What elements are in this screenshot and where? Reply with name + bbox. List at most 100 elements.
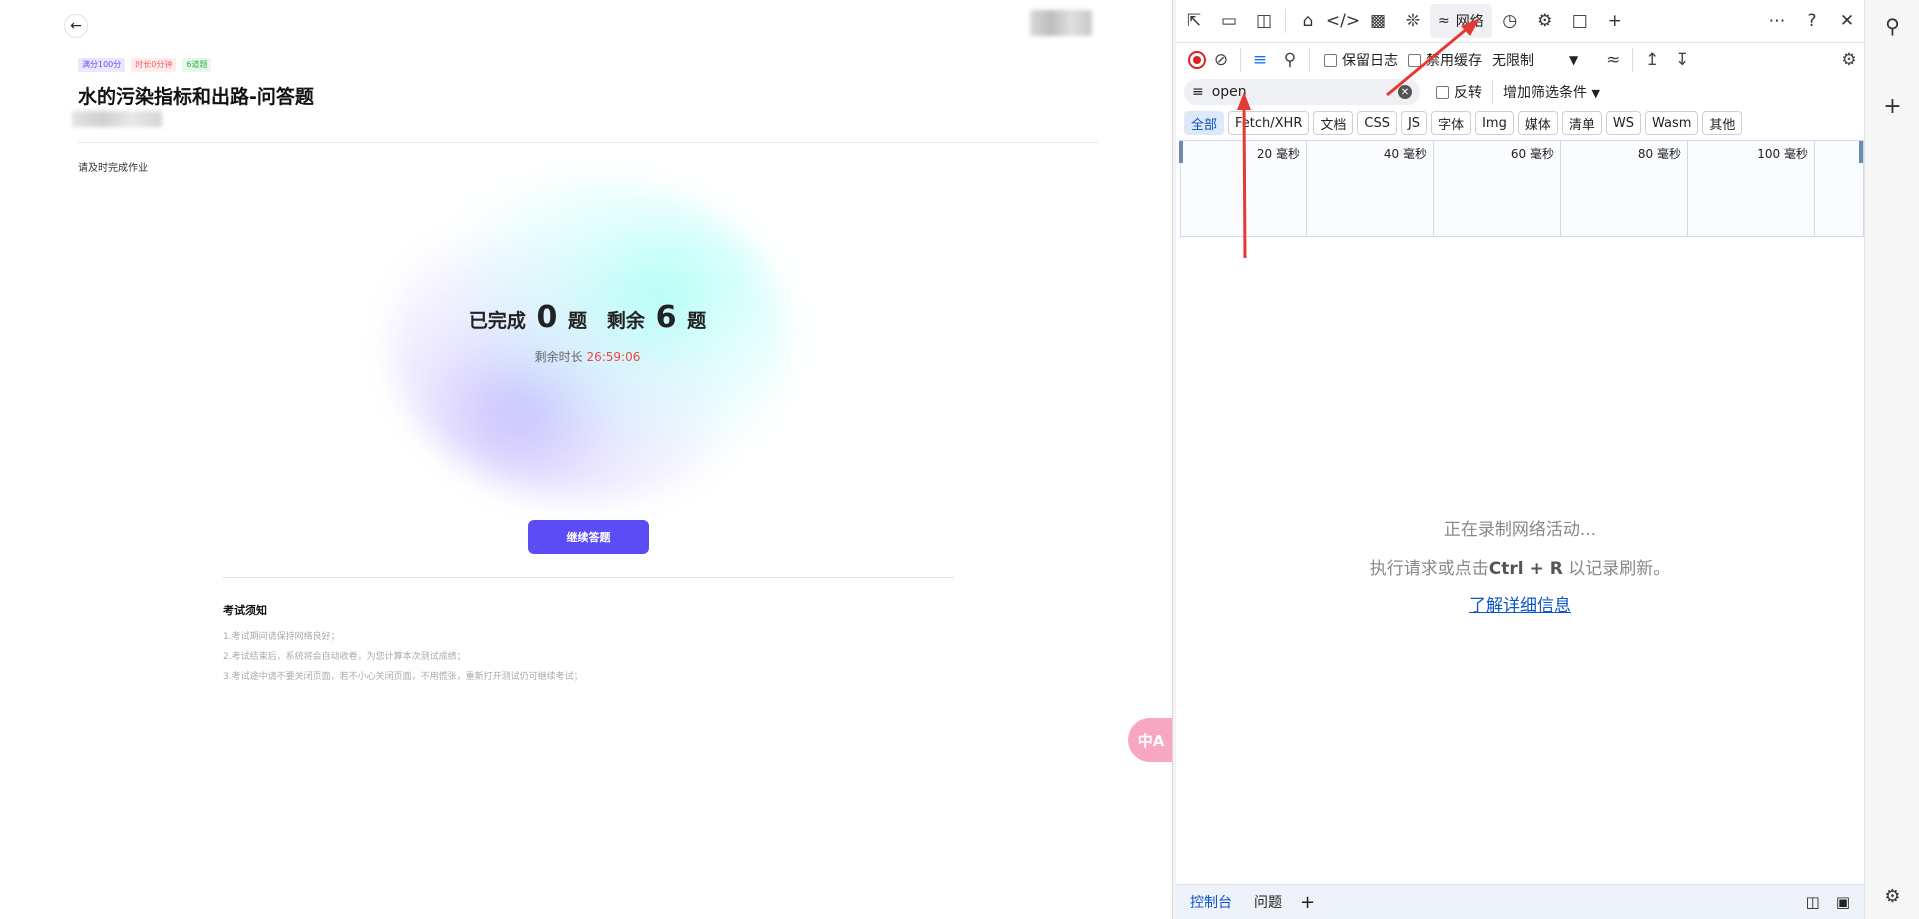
exam-tags: 满分100分 时长0分钟 6道题 <box>78 58 212 72</box>
throttle-select[interactable]: 无限制 ▼ <box>1492 50 1578 70</box>
filter-chip-js[interactable]: JS <box>1400 111 1428 135</box>
network-toolbar: ⊘ ≡ ⚲ 保留日志 禁用缓存 无限制 ▼ ≈ ↥ ↧ ⚙ <box>1176 43 1864 77</box>
filter-chip-manifest[interactable]: 清单 <box>1561 111 1602 135</box>
progress-status: 已完成 0 题 剩余 6 题 <box>0 300 1172 335</box>
remaining-label: 剩余 <box>606 310 645 332</box>
inspect-icon[interactable]: ⇱ <box>1177 4 1211 38</box>
more-filters-dropdown[interactable]: 增加筛选条件 ▼ <box>1503 82 1600 102</box>
elements-icon[interactable]: </> <box>1326 4 1360 38</box>
add-icon[interactable]: + <box>1865 94 1919 119</box>
continue-button[interactable]: 继续答题 <box>528 520 649 554</box>
recording-message: 正在录制网络活动... <box>1443 520 1597 540</box>
devtools-main-toolbar: ⇱ ▭ ◫ ⌂ </> ▩ ❊ ≈ 网络 ◷ ⚙ □ + ⋯ ? ✕ <box>1176 0 1864 43</box>
timeline-tick: 20 毫秒 <box>1181 141 1307 237</box>
assignment-description: 请及时完成作业 <box>78 163 148 174</box>
timeline-right-handle[interactable] <box>1859 141 1863 163</box>
add-drawer-tab-icon[interactable]: + <box>1300 892 1315 913</box>
filter-chip-fetch[interactable]: Fetch/XHR <box>1228 111 1310 135</box>
search-icon[interactable]: ⚲ <box>1865 14 1919 38</box>
completed-label: 已完成 <box>468 310 526 332</box>
sources-bug-icon[interactable]: ❊ <box>1396 4 1430 38</box>
memory-icon[interactable]: ⚙ <box>1528 4 1562 38</box>
network-conditions-icon[interactable]: ≈ <box>1598 50 1628 70</box>
filter-icon[interactable]: ≡ <box>1245 50 1275 70</box>
back-button[interactable]: ← <box>64 14 88 38</box>
filter-chip-img[interactable]: Img <box>1475 111 1514 135</box>
filter-chip-font[interactable]: 字体 <box>1431 111 1472 135</box>
performance-icon[interactable]: ◷ <box>1493 4 1527 38</box>
chevron-down-icon: ▼ <box>1569 53 1579 67</box>
filter-input[interactable]: ≡ open ✕ <box>1184 79 1420 105</box>
time-left-label: 剩余时长 <box>534 350 583 364</box>
tab-network[interactable]: ≈ 网络 <box>1430 4 1492 38</box>
network-overview-timeline[interactable]: 20 毫秒 40 毫秒 60 毫秒 80 毫秒 100 毫秒 <box>1179 140 1864 237</box>
reload-hint-suffix: 以记录刷新。 <box>1568 559 1671 579</box>
unit-label: 题 <box>687 310 707 332</box>
divider <box>1309 48 1310 72</box>
exam-page: ← 满分100分 时长0分钟 6道题 水的污染指标和出路-问答题 请及时完成作业… <box>0 0 1173 919</box>
filter-chip-wasm[interactable]: Wasm <box>1644 111 1699 135</box>
completed-count: 0 <box>536 300 558 335</box>
search-icon[interactable]: ⚲ <box>1275 50 1305 70</box>
filter-chip-other[interactable]: 其他 <box>1702 111 1743 135</box>
tab-issues[interactable]: 问题 <box>1254 892 1282 912</box>
time-left: 剩余时长 26:59:06 <box>0 348 1172 365</box>
filter-chip-media[interactable]: 媒体 <box>1517 111 1558 135</box>
decorative-gradient <box>390 180 790 500</box>
filter-icon: ≡ <box>1192 84 1204 100</box>
remaining-count: 6 <box>655 300 677 335</box>
divider <box>1285 9 1286 33</box>
note-item: 1.考试期间请保持网络良好； <box>223 632 340 642</box>
question-count-tag: 6道题 <box>182 58 212 72</box>
tab-console[interactable]: 控制台 <box>1190 892 1232 912</box>
checkbox-box <box>1324 53 1337 67</box>
empty-state: 正在录制网络活动... 执行请求或点击Ctrl + R 以记录刷新。 了解详细信… <box>1176 515 1864 616</box>
dock-side-icon[interactable]: ◫ <box>1247 4 1281 38</box>
preserve-log-label: 保留日志 <box>1342 53 1398 69</box>
filter-value: open <box>1211 84 1247 100</box>
learn-more-link[interactable]: 了解详细信息 <box>1176 591 1864 616</box>
more-filters-label: 增加筛选条件 <box>1503 85 1587 101</box>
divider <box>223 577 954 578</box>
notes-list: 1.考试期间请保持网络良好； 2.考试结束后，系统将会自动收卷，为您计算本次测试… <box>223 627 583 687</box>
filter-chip-css[interactable]: CSS <box>1357 111 1397 135</box>
throttle-label: 无限制 <box>1492 53 1534 69</box>
filter-chip-doc[interactable]: 文档 <box>1313 111 1354 135</box>
filter-chip-ws[interactable]: WS <box>1605 111 1641 135</box>
settings-icon[interactable]: ⚙ <box>1865 886 1919 907</box>
preserve-log-checkbox[interactable]: 保留日志 <box>1324 50 1398 70</box>
settings-icon[interactable]: ⚙ <box>1834 50 1864 70</box>
notes-title: 考试须知 <box>223 604 267 617</box>
reload-hint-keys: Ctrl + R <box>1488 559 1563 579</box>
drawer-expand-icon[interactable]: ▣ <box>1836 893 1850 911</box>
clear-icon[interactable]: ⊘ <box>1206 50 1236 70</box>
add-tab-icon[interactable]: + <box>1598 4 1632 38</box>
device-emulation-icon[interactable]: ▭ <box>1212 4 1246 38</box>
avatar[interactable] <box>1030 10 1092 36</box>
disable-cache-checkbox[interactable]: 禁用缓存 <box>1408 50 1482 70</box>
close-icon[interactable]: ✕ <box>1830 4 1864 38</box>
export-har-icon[interactable]: ↧ <box>1667 50 1697 70</box>
translate-button[interactable]: 中A <box>1128 718 1172 762</box>
score-tag: 满分100分 <box>78 58 126 72</box>
drawer-dock-icon[interactable]: ◫ <box>1806 893 1820 911</box>
import-har-icon[interactable]: ↥ <box>1637 50 1667 70</box>
timeline-tick: 80 毫秒 <box>1561 141 1688 237</box>
record-button[interactable] <box>1188 51 1206 69</box>
devtools-panel: ⇱ ▭ ◫ ⌂ </> ▩ ❊ ≈ 网络 ◷ ⚙ □ + ⋯ ? ✕ ⊘ ≡ ⚲… <box>1176 0 1864 919</box>
app: ← 满分100分 时长0分钟 6道题 水的污染指标和出路-问答题 请及时完成作业… <box>0 0 1919 919</box>
reload-hint: 执行请求或点击Ctrl + R 以记录刷新。 <box>1176 554 1864 579</box>
more-icon[interactable]: ⋯ <box>1760 4 1794 38</box>
filter-chip-all[interactable]: 全部 <box>1184 111 1225 135</box>
divider <box>1492 80 1493 104</box>
duration-tag: 时长0分钟 <box>131 58 177 72</box>
resource-type-filters: 全部 Fetch/XHR 文档 CSS JS 字体 Img 媒体 清单 WS W… <box>1176 109 1864 137</box>
disable-cache-label: 禁用缓存 <box>1426 53 1482 69</box>
console-icon[interactable]: ▩ <box>1361 4 1395 38</box>
checkbox-box <box>1408 53 1421 67</box>
invert-checkbox[interactable]: 反转 <box>1436 82 1482 102</box>
clear-filter-icon[interactable]: ✕ <box>1398 85 1412 99</box>
application-icon[interactable]: □ <box>1563 4 1597 38</box>
help-icon[interactable]: ? <box>1795 4 1829 38</box>
home-icon[interactable]: ⌂ <box>1291 4 1325 38</box>
